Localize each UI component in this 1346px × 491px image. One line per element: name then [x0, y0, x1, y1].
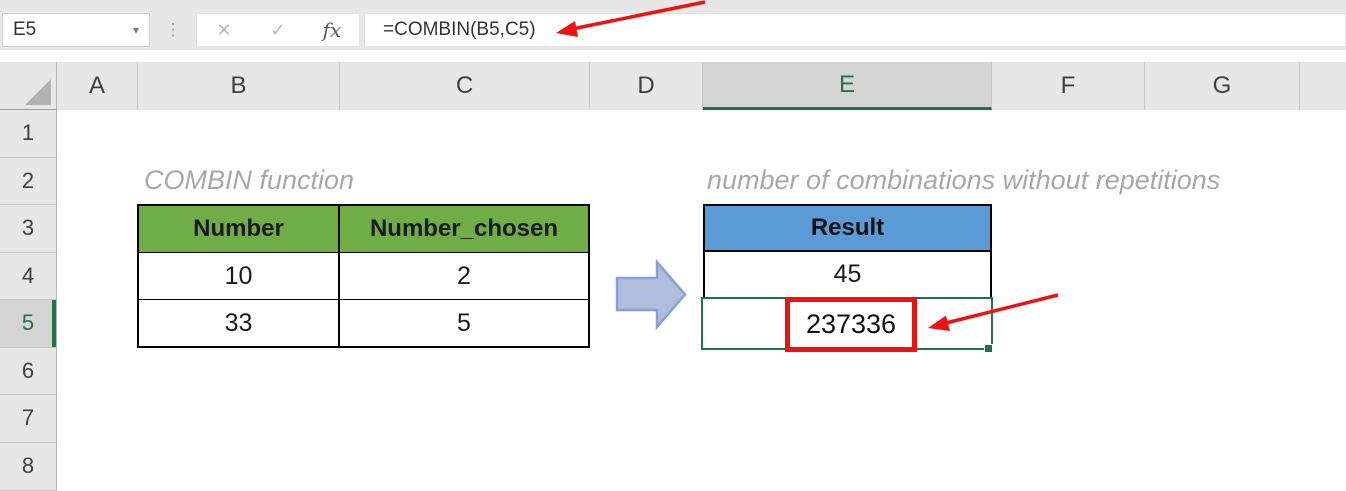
cell-b4[interactable]: 10	[139, 252, 340, 299]
caption-combin-function: COMBIN function	[144, 165, 354, 196]
name-box[interactable]: E5 ▾	[2, 13, 150, 47]
column-header-f[interactable]: F	[992, 62, 1145, 110]
name-box-dropdown-icon[interactable]: ▾	[133, 23, 139, 37]
name-box-value: E5	[13, 19, 133, 41]
row-header-1[interactable]: 1	[0, 110, 57, 158]
cell-b5[interactable]: 33	[139, 299, 340, 346]
fill-handle[interactable]	[984, 344, 993, 353]
excel-window: E5 ▾ ⋮ ✕ ✓ fx =COMBIN(B5,C5) A B C D E F…	[0, 0, 1346, 491]
cell-c5[interactable]: 5	[340, 299, 588, 346]
select-all-triangle-icon	[25, 79, 51, 105]
column-header-c[interactable]: C	[340, 62, 590, 110]
formula-bar-row: E5 ▾ ⋮ ✕ ✓ fx =COMBIN(B5,C5)	[0, 0, 1346, 50]
cell-c4[interactable]: 2	[340, 252, 588, 299]
formula-text: =COMBIN(B5,C5)	[383, 19, 536, 41]
row-header-7[interactable]: 7	[0, 395, 57, 443]
formula-input[interactable]: =COMBIN(B5,C5)	[364, 13, 1346, 47]
column-header-d[interactable]: D	[590, 62, 703, 110]
cancel-icon[interactable]: ✕	[204, 20, 244, 41]
input-table-header-number-chosen[interactable]: Number_chosen	[340, 206, 588, 252]
result-table-header[interactable]: Result	[705, 206, 990, 250]
row-header-2[interactable]: 2	[0, 158, 57, 206]
row-header-8[interactable]: 8	[0, 443, 57, 491]
row-header-3[interactable]: 3	[0, 205, 57, 253]
result-table: Result 45	[703, 204, 992, 299]
red-highlight-box: 237336	[785, 297, 917, 352]
formula-splitter-icon[interactable]: ⋮	[163, 13, 183, 47]
cell-e4[interactable]: 45	[705, 250, 990, 297]
column-header-e[interactable]: E	[703, 62, 992, 110]
column-header-a[interactable]: A	[57, 62, 138, 110]
cell-e5-value: 237336	[806, 309, 896, 340]
row-header-6[interactable]: 6	[0, 348, 57, 396]
column-header-h[interactable]	[1300, 62, 1346, 110]
row-header-4[interactable]: 4	[0, 253, 57, 301]
formula-buttons: ✕ ✓ fx	[196, 13, 360, 47]
row-header-5[interactable]: 5	[0, 300, 57, 348]
column-header-g[interactable]: G	[1145, 62, 1300, 110]
insert-function-icon[interactable]: fx	[312, 18, 352, 42]
column-header-b[interactable]: B	[138, 62, 340, 110]
input-table: Number Number_chosen 10 2 33 5	[137, 204, 590, 348]
input-table-header-number[interactable]: Number	[139, 206, 340, 252]
caption-combinations: number of combinations without repetitio…	[707, 165, 1220, 196]
enter-icon[interactable]: ✓	[258, 20, 298, 41]
select-all-corner[interactable]	[0, 62, 57, 110]
